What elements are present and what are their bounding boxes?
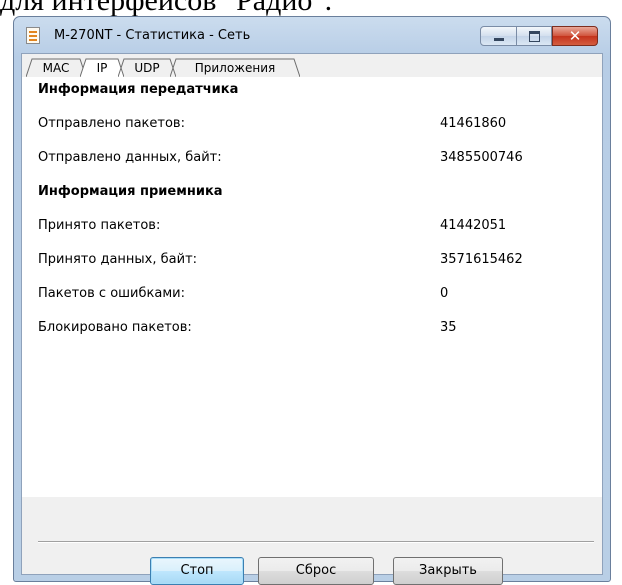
sent-bytes-value: 3485500746 [440,150,523,165]
statistics-window: M-270NT - Статистика - Сеть ✕ MAC IP UDP [13,16,611,585]
tab-udp[interactable]: UDP [118,58,176,78]
window-title: M-270NT - Статистика - Сеть [54,28,251,43]
close-button[interactable]: Закрыть [393,557,503,585]
reset-button[interactable]: Сброс [258,557,374,585]
received-packets-value: 41442051 [440,218,507,233]
receiver-heading: Информация приемника [38,184,223,199]
maximize-icon [528,30,540,42]
sent-packets-label: Отправлено пакетов: [38,116,185,131]
close-window-button[interactable]: ✕ [552,26,598,46]
received-bytes-label: Принято данных, байт: [38,252,198,267]
stop-button[interactable]: Стоп [150,557,244,585]
tab-applications[interactable]: Приложения [170,58,300,78]
error-packets-label: Пакетов с ошибками: [38,286,185,301]
notepad-icon [26,27,40,44]
minimize-icon [493,37,504,41]
tab-ip-label: IP [96,61,108,75]
separator [38,541,594,543]
maximize-button[interactable] [517,26,552,46]
blocked-packets-label: Блокировано пакетов: [38,320,192,335]
transmitter-heading: Информация передатчика [38,82,239,97]
tab-mac[interactable]: MAC [26,58,86,78]
tab-udp-label: UDP [134,61,160,75]
ip-statistics-panel: Информация передатчика Отправлено пакето… [22,77,602,497]
sent-packets-value: 41461860 [440,116,507,131]
minimize-button[interactable] [480,26,517,46]
received-bytes-value: 3571615462 [440,252,523,267]
sent-bytes-label: Отправлено данных, байт: [38,150,222,165]
title-bar[interactable]: M-270NT - Статистика - Сеть ✕ [14,17,610,53]
received-packets-label: Принято пакетов: [38,218,161,233]
close-icon: ✕ [568,26,582,45]
error-packets-value: 0 [440,286,449,301]
client-area: MAC IP UDP Приложения Информация передат… [21,53,603,585]
blocked-packets-value: 35 [440,320,457,335]
tab-mac-label: MAC [42,61,70,75]
tab-applications-label: Приложения [194,61,276,75]
